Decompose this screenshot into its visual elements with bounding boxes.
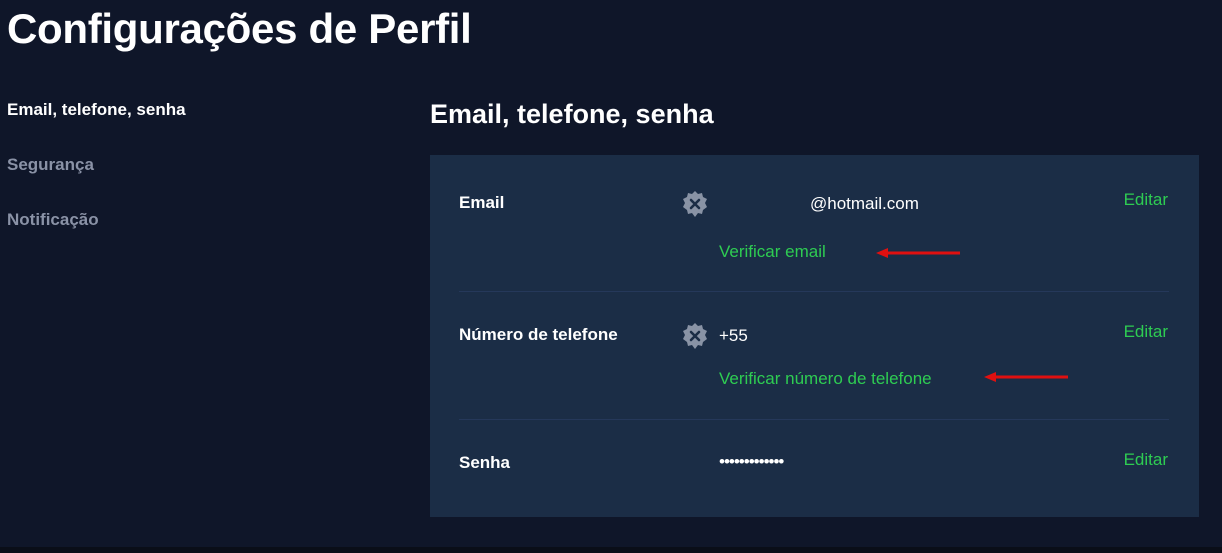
password-label: Senha	[459, 453, 511, 472]
email-value: @hotmail.com	[810, 194, 919, 213]
section-title: Email, telefone, senha	[430, 99, 714, 129]
sidebar-item-email-phone-password[interactable]: Email, telefone, senha	[7, 98, 307, 153]
edit-password-link[interactable]: Editar	[1124, 449, 1168, 471]
password-value: •••••••••••••	[719, 452, 784, 471]
annotation-arrow-icon	[876, 248, 960, 258]
divider	[459, 291, 1169, 292]
page-title: Configurações de Perfil	[7, 5, 472, 52]
bottom-edge	[0, 547, 1222, 553]
unverified-x-badge-icon	[683, 191, 707, 217]
verify-email-link[interactable]: Verificar email	[719, 241, 826, 263]
edit-email-link[interactable]: Editar	[1124, 189, 1168, 211]
edit-phone-link[interactable]: Editar	[1124, 321, 1168, 343]
annotation-arrow-icon	[984, 372, 1068, 382]
account-details-card: Email @hotmail.com Editar Verificar emai…	[430, 155, 1199, 517]
email-label: Email	[459, 193, 505, 212]
phone-label: Número de telefone	[459, 325, 618, 344]
phone-value: +55	[719, 326, 748, 345]
profile-settings-page: Configurações de Perfil Email, telefone,…	[0, 0, 1222, 553]
unverified-x-badge-icon	[683, 323, 707, 349]
settings-sidebar: Email, telefone, senha Segurança Notific…	[7, 98, 307, 263]
divider	[459, 419, 1169, 420]
sidebar-item-notification[interactable]: Notificação	[7, 208, 307, 263]
verify-phone-link[interactable]: Verificar número de telefone	[719, 368, 932, 390]
sidebar-item-security[interactable]: Segurança	[7, 153, 307, 208]
